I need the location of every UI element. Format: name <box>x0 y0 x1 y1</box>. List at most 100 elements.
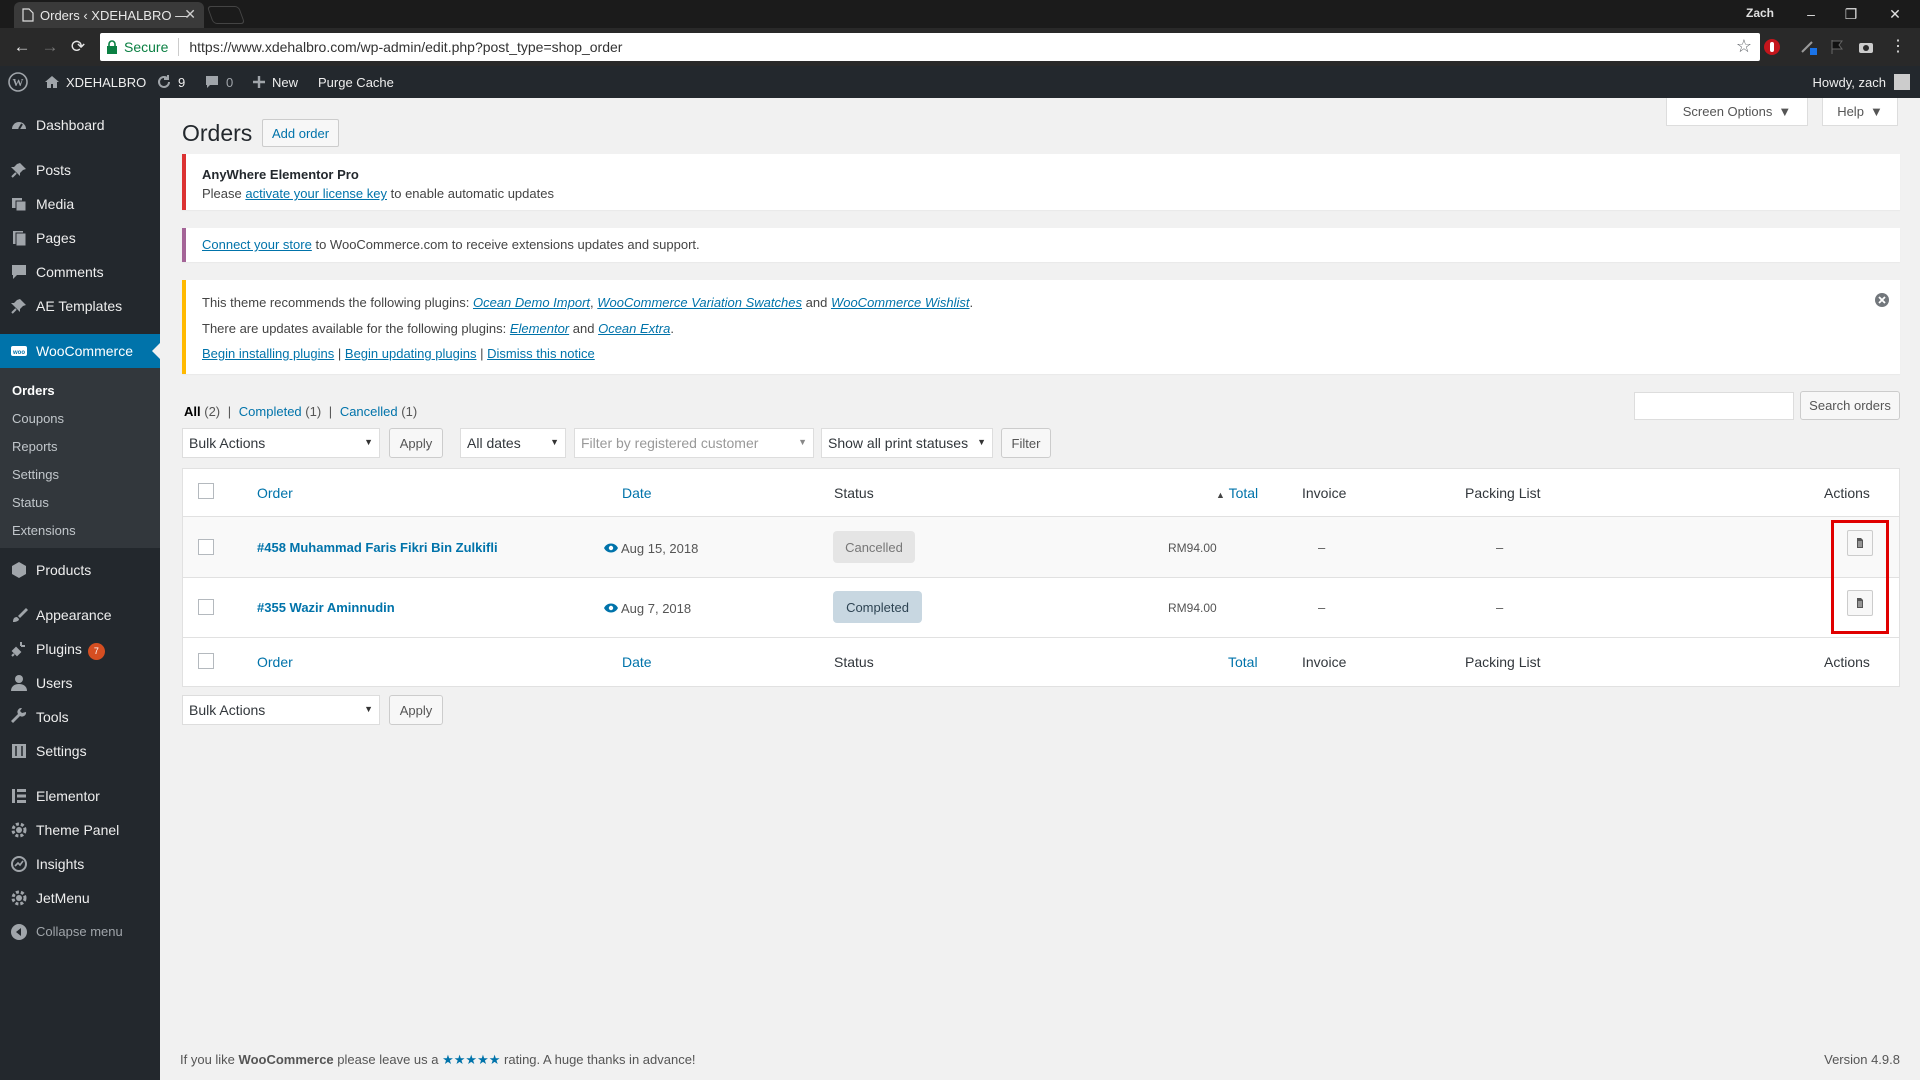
order-link[interactable]: #458 Muhammad Faris Fikri Bin Zulkifli <box>257 540 498 555</box>
sidebar-item-ae-templates[interactable]: AE Templates <box>0 289 160 323</box>
collapse-menu-button[interactable]: Collapse menu <box>0 915 160 949</box>
screen-options-button[interactable]: Screen Options ▼ <box>1666 98 1808 126</box>
bulk-actions-select[interactable]: Bulk Actions ▼ <box>182 428 380 458</box>
sidebar-item-jetmenu[interactable]: JetMenu <box>0 881 160 915</box>
ocean-extra-update-link[interactable]: Ocean Extra <box>598 321 670 336</box>
submenu-reports[interactable]: Reports <box>12 439 58 454</box>
back-arrow-icon[interactable]: ← <box>12 37 32 57</box>
adblock-extension-icon[interactable] <box>1763 38 1781 56</box>
camera-icon[interactable] <box>1857 38 1875 56</box>
address-bar[interactable]: Secure https://www.xdehalbro.com/wp-admi… <box>100 33 1760 61</box>
sidebar-item-users[interactable]: Users <box>0 666 160 700</box>
submenu-status[interactable]: Status <box>12 495 49 510</box>
customer-filter-select[interactable]: Filter by registered customer ▼ <box>574 428 814 458</box>
submenu-orders[interactable]: Orders <box>12 383 55 398</box>
row-checkbox[interactable] <box>198 539 214 555</box>
license-notice: AnyWhere Elementor Pro Please activate y… <box>182 154 1900 210</box>
wishlist-link[interactable]: WooCommerce Wishlist <box>831 295 970 310</box>
site-name-link[interactable]: XDEHALBRO <box>44 66 146 98</box>
sidebar-item-products[interactable]: Products <box>0 553 160 587</box>
begin-updating-link[interactable]: Begin updating plugins <box>345 346 477 361</box>
submenu-extensions[interactable]: Extensions <box>12 523 76 538</box>
avatar[interactable] <box>1894 74 1910 90</box>
help-button[interactable]: Help ▼ <box>1822 98 1898 126</box>
connect-store-link[interactable]: Connect your store <box>202 237 312 252</box>
updates-link[interactable]: 9 <box>156 66 185 98</box>
window-user: Zach <box>1745 6 1774 20</box>
sidebar-item-posts[interactable]: Posts <box>0 153 160 187</box>
bulk-actions-select-bottom[interactable]: Bulk Actions ▼ <box>182 695 380 725</box>
activate-license-link[interactable]: activate your license key <box>245 186 387 201</box>
new-tab-button[interactable] <box>206 6 246 24</box>
flag-extension-icon[interactable] <box>1828 38 1846 56</box>
bookmark-star-icon[interactable]: ☆ <box>1736 36 1752 57</box>
sidebar-item-elementor[interactable]: Elementor <box>0 779 160 813</box>
extension-icon[interactable] <box>1800 38 1818 56</box>
select-all-checkbox[interactable] <box>198 483 214 499</box>
sidebar-item-label: Settings <box>36 743 87 759</box>
add-order-button[interactable]: Add order <box>262 119 340 147</box>
column-footer-total[interactable]: Total <box>1228 654 1258 670</box>
howdy-account-link[interactable]: Howdy, zach <box>1813 66 1886 98</box>
filter-cancelled-link[interactable]: Cancelled (1) <box>340 404 417 419</box>
restore-icon[interactable]: ❐ <box>1836 3 1866 25</box>
browser-menu-icon[interactable]: ⋮ <box>1888 37 1908 57</box>
wordpress-logo-icon[interactable]: W <box>8 66 28 98</box>
forward-arrow-icon[interactable]: → <box>40 37 60 57</box>
browser-tab[interactable]: Orders ‹ XDEHALBRO — ✕ <box>14 2 204 28</box>
apply-button-bottom[interactable]: Apply <box>389 695 443 725</box>
elementor-update-link[interactable]: Elementor <box>510 321 569 336</box>
order-link[interactable]: #355 Wazir Aminnudin <box>257 600 395 615</box>
submenu-coupons[interactable]: Coupons <box>12 411 64 426</box>
search-orders-input[interactable] <box>1634 392 1794 420</box>
close-window-icon[interactable]: ✕ <box>1880 3 1910 25</box>
sidebar-item-plugins[interactable]: Plugins 7 <box>0 632 160 666</box>
purge-cache-link[interactable]: Purge Cache <box>318 66 394 98</box>
filter-all-link[interactable]: All (2) <box>184 404 220 419</box>
ocean-demo-import-link[interactable]: Ocean Demo Import <box>473 295 590 310</box>
filter-button[interactable]: Filter <box>1001 428 1051 458</box>
reload-icon[interactable]: ⟳ <box>68 37 88 57</box>
filter-all-count: (2) <box>204 404 221 419</box>
sidebar-item-comments[interactable]: Comments <box>0 255 160 289</box>
bulk-actions-value: Bulk Actions <box>189 702 266 718</box>
preview-eye-icon[interactable] <box>604 543 618 553</box>
close-icon[interactable]: ✕ <box>184 6 196 23</box>
dismiss-notice-link[interactable]: Dismiss this notice <box>487 346 595 361</box>
variation-swatches-link[interactable]: WooCommerce Variation Swatches <box>597 295 802 310</box>
sidebar-item-woocommerce[interactable]: woo WooCommerce <box>0 334 160 368</box>
date-filter-select[interactable]: All dates ▼ <box>460 428 566 458</box>
sidebar-item-theme-panel[interactable]: Theme Panel <box>0 813 160 847</box>
row-checkbox[interactable] <box>198 599 214 615</box>
dismiss-icon[interactable] <box>1874 292 1890 308</box>
sidebar-item-tools[interactable]: Tools <box>0 700 160 734</box>
footer-version: Version 4.9.8 <box>1824 1052 1900 1067</box>
minimize-icon[interactable]: – <box>1796 3 1826 25</box>
print-status-select[interactable]: Show all print statuses ▼ <box>821 428 993 458</box>
submenu-settings[interactable]: Settings <box>12 467 59 482</box>
column-footer-order[interactable]: Order <box>257 654 293 670</box>
apply-button[interactable]: Apply <box>389 428 443 458</box>
select-all-checkbox[interactable] <box>198 653 214 669</box>
begin-installing-link[interactable]: Begin installing plugins <box>202 346 334 361</box>
user-icon <box>11 675 27 691</box>
rating-stars-link[interactable]: ★★★★★ <box>442 1052 500 1067</box>
column-header-total[interactable]: ▲ Total <box>1216 485 1258 501</box>
new-content-link[interactable]: New <box>252 66 298 98</box>
sidebar-item-settings[interactable]: Settings <box>0 734 160 768</box>
column-footer-date[interactable]: Date <box>622 654 652 670</box>
divider <box>183 577 1899 578</box>
column-header-order[interactable]: Order <box>257 485 293 501</box>
sidebar-item-media[interactable]: Media <box>0 187 160 221</box>
sidebar-item-label: Dashboard <box>36 117 105 133</box>
comments-link[interactable]: 0 <box>204 66 233 98</box>
sidebar-item-insights[interactable]: Insights <box>0 847 160 881</box>
column-header-date[interactable]: Date <box>622 485 652 501</box>
filter-completed-link[interactable]: Completed (1) <box>239 404 321 419</box>
site-name: XDEHALBRO <box>66 74 147 90</box>
search-orders-button[interactable]: Search orders <box>1800 391 1900 420</box>
sidebar-item-appearance[interactable]: Appearance <box>0 598 160 632</box>
sidebar-item-pages[interactable]: Pages <box>0 221 160 255</box>
sidebar-item-dashboard[interactable]: Dashboard <box>0 108 160 142</box>
preview-eye-icon[interactable] <box>604 603 618 613</box>
